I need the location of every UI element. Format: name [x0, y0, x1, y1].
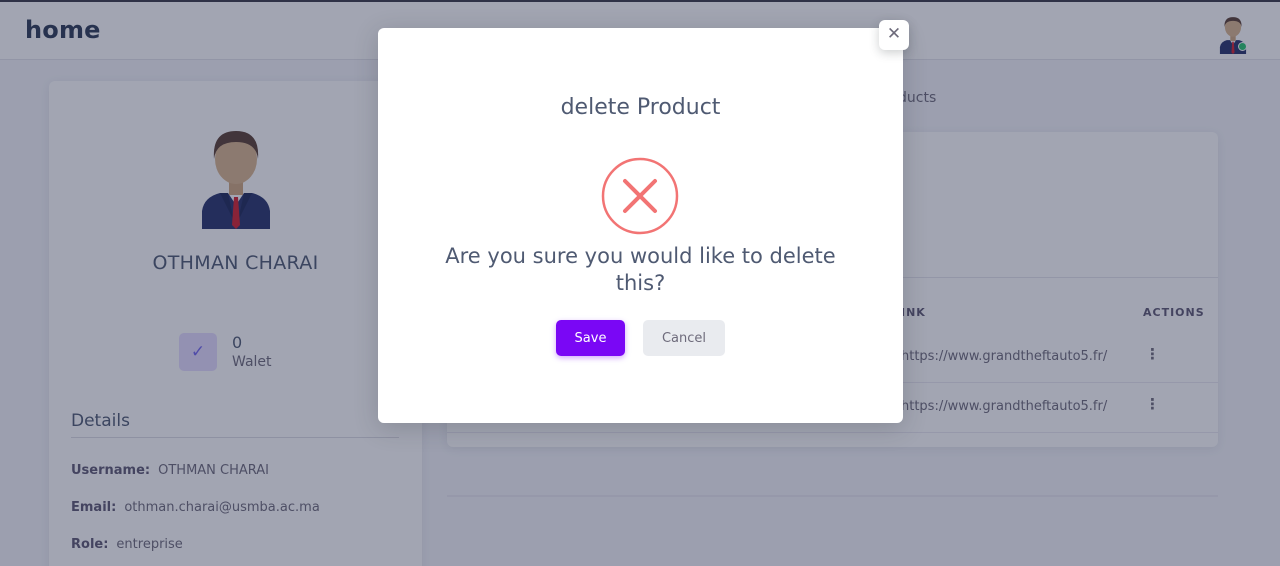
cancel-button[interactable]: Cancel [643, 320, 725, 356]
close-icon[interactable]: ✕ [879, 20, 909, 50]
modal-question: Are you sure you would like to delete th… [445, 244, 836, 295]
modal-title: delete Product [560, 95, 721, 120]
save-button[interactable]: Save [556, 320, 625, 356]
error-x-icon [601, 157, 679, 235]
delete-product-modal: delete Product Are you sure you would li… [378, 28, 903, 423]
